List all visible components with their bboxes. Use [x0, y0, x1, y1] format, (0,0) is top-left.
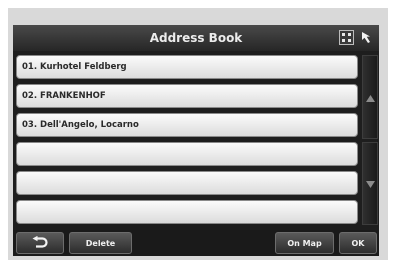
scroll-down-button[interactable]	[362, 142, 378, 225]
page-title: Address Book	[149, 31, 243, 45]
list-item[interactable]: 02. FRANKENHOF	[16, 84, 358, 108]
list-item-label: 01. Kurhotel Feldberg	[22, 62, 127, 72]
scroll-up-arrow-icon	[365, 88, 376, 107]
back-arrow-icon	[31, 235, 49, 251]
ok-button[interactable]: OK	[339, 232, 377, 254]
list-item[interactable]	[16, 142, 358, 166]
on-map-button[interactable]: On Map	[275, 232, 334, 254]
grid-menu-icon[interactable]	[337, 28, 356, 47]
list-item-label: 03. Dell'Angelo, Locarno	[22, 120, 139, 130]
list-item-label: 02. FRANKENHOF	[22, 91, 106, 101]
scroll-up-button[interactable]	[362, 55, 378, 139]
bottom-toolbar: Delete On Map OK	[13, 230, 379, 256]
list-item[interactable]: 01. Kurhotel Feldberg	[16, 55, 358, 79]
pointer-arrow-icon[interactable]	[358, 28, 377, 47]
list-item[interactable]: 03. Dell'Angelo, Locarno	[16, 113, 358, 137]
list-item[interactable]	[16, 171, 358, 195]
back-button[interactable]	[16, 232, 64, 254]
address-book-screen: Address Book 01. Kurhotel Feldberg 02. F…	[13, 25, 379, 256]
delete-button[interactable]: Delete	[69, 232, 132, 254]
list-item[interactable]	[16, 200, 358, 224]
title-bar: Address Book	[13, 25, 379, 51]
scroll-down-arrow-icon	[365, 174, 376, 193]
